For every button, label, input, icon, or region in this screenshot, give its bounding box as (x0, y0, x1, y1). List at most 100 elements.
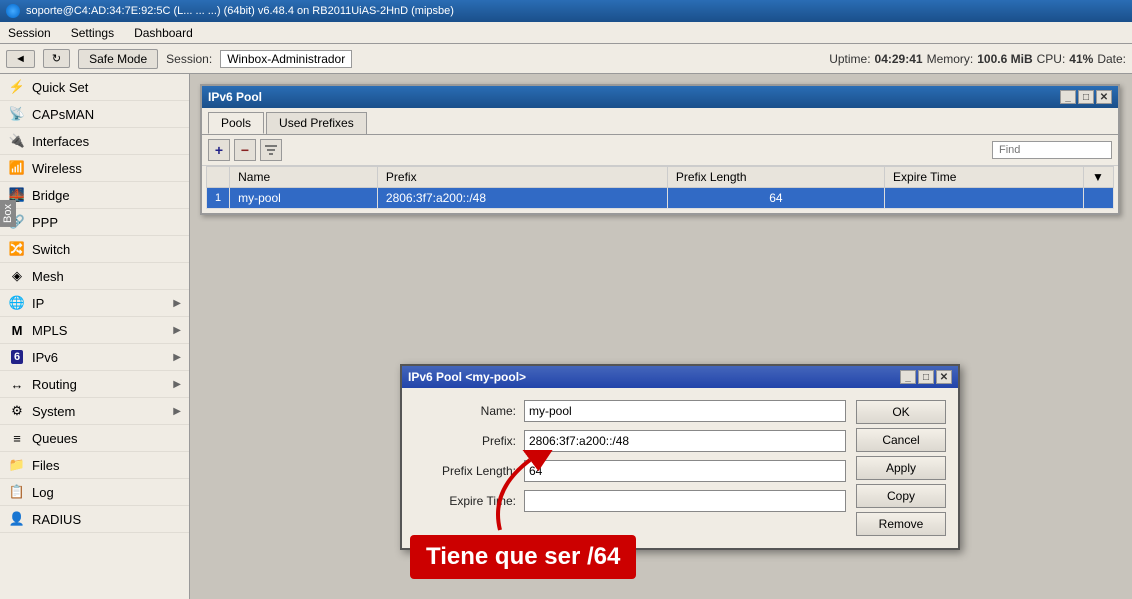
menu-dashboard[interactable]: Dashboard (130, 25, 197, 41)
system-stats: Uptime: 04:29:41 Memory: 100.6 MiB CPU: … (829, 52, 1126, 66)
sidebar-label-queues: Queues (32, 431, 181, 446)
sidebar-item-mpls[interactable]: MPLS ▶ (0, 317, 189, 344)
sidebar-label-switch: Switch (32, 242, 181, 257)
sidebar-label-ppp: PPP (32, 215, 181, 230)
ip-arrow-icon: ▶ (173, 298, 181, 309)
session-label: Session: (166, 52, 212, 66)
col-expire-time[interactable]: Expire Time (885, 167, 1084, 188)
cancel-button[interactable]: Cancel (856, 428, 946, 452)
safe-mode-button[interactable]: Safe Mode (78, 49, 158, 69)
main-layout: Box Quick Set CAPsMAN Interfaces Wireles… (0, 74, 1132, 599)
tab-pools[interactable]: Pools (208, 112, 264, 134)
col-name[interactable]: Name (230, 167, 378, 188)
sidebar-item-ip[interactable]: IP ▶ (0, 290, 189, 317)
sidebar-item-log[interactable]: Log (0, 479, 189, 506)
tab-used-prefixes[interactable]: Used Prefixes (266, 112, 367, 134)
sidebar-label-bridge: Bridge (32, 188, 181, 203)
sidebar-label-log: Log (32, 485, 181, 500)
cell-extra (1084, 188, 1114, 209)
expire-time-input[interactable] (524, 490, 846, 512)
pool-tabs: Pools Used Prefixes (202, 108, 1118, 135)
pool-table: Name Prefix Prefix Length Expire Time ▼ … (206, 166, 1114, 209)
cpu-label: CPU: (1037, 52, 1066, 66)
prefix-length-input[interactable] (524, 460, 846, 482)
remove-button[interactable]: − (234, 139, 256, 161)
filter-button[interactable] (260, 139, 282, 161)
routing-arrow-icon: ▶ (173, 379, 181, 390)
sidebar-label-system: System (32, 404, 167, 419)
sidebar-item-mesh[interactable]: Mesh (0, 263, 189, 290)
pool-window: IPv6 Pool _ □ ✕ Pools Used Prefixes + − (200, 84, 1120, 215)
cell-prefix: 2806:3f7:a200::/48 (377, 188, 667, 209)
sidebar-item-routing[interactable]: Routing ▶ (0, 371, 189, 398)
name-label: Name: (414, 404, 524, 418)
sidebar-item-interfaces[interactable]: Interfaces (0, 128, 189, 155)
mesh-icon (8, 267, 26, 285)
ipv6-icon (8, 348, 26, 366)
sidebar-label-mpls: MPLS (32, 323, 167, 338)
prefix-label: Prefix: (414, 434, 524, 448)
table-row[interactable]: 1 my-pool 2806:3f7:a200::/48 64 (207, 188, 1114, 209)
filter-icon (264, 143, 278, 157)
sidebar-item-files[interactable]: Files (0, 452, 189, 479)
sidebar-item-system[interactable]: System ▶ (0, 398, 189, 425)
annotation-container: Tiene que ser /64 (410, 535, 636, 579)
ok-button[interactable]: OK (856, 400, 946, 424)
arrow-svg (440, 450, 560, 540)
prefix-field-row: Prefix: (414, 430, 846, 452)
dialog-title: IPv6 Pool <my-pool> (408, 370, 526, 384)
col-prefix-length[interactable]: Prefix Length (667, 167, 884, 188)
copy-button[interactable]: Copy (856, 484, 946, 508)
wireless-icon (8, 159, 26, 177)
sidebar-label-ipv6: IPv6 (32, 350, 167, 365)
radius-icon (8, 510, 26, 528)
cpu-value: 41% (1069, 52, 1093, 66)
sidebar-item-switch[interactable]: Switch (0, 236, 189, 263)
sidebar-item-radius[interactable]: RADIUS (0, 506, 189, 533)
col-prefix[interactable]: Prefix (377, 167, 667, 188)
sidebar-item-ppp[interactable]: PPP (0, 209, 189, 236)
prefix-input[interactable] (524, 430, 846, 452)
maximize-button[interactable]: □ (1078, 90, 1094, 104)
dialog-close-button[interactable]: ✕ (936, 370, 952, 384)
annotation-label: Tiene que ser /64 (410, 535, 636, 579)
remove-button[interactable]: Remove (856, 512, 946, 536)
add-button[interactable]: + (208, 139, 230, 161)
sidebar-item-bridge[interactable]: Bridge (0, 182, 189, 209)
app-icon (6, 4, 20, 18)
routing-icon (8, 375, 26, 393)
sidebar-item-quick-set[interactable]: Quick Set (0, 74, 189, 101)
refresh-button[interactable]: ↻ (43, 49, 70, 68)
menu-settings[interactable]: Settings (67, 25, 118, 41)
pool-table-container: Name Prefix Prefix Length Expire Time ▼ … (202, 166, 1118, 213)
files-icon (8, 456, 26, 474)
find-input[interactable] (992, 141, 1112, 159)
cell-expire-time (885, 188, 1084, 209)
minimize-button[interactable]: _ (1060, 90, 1076, 104)
queues-icon (8, 429, 26, 447)
sidebar-item-capsman[interactable]: CAPsMAN (0, 101, 189, 128)
back-button[interactable]: ◄ (6, 50, 35, 68)
session-value: Winbox-Administrador (220, 50, 352, 68)
memory-label: Memory: (927, 52, 974, 66)
menu-session[interactable]: Session (4, 25, 55, 41)
sidebar-item-queues[interactable]: Queues (0, 425, 189, 452)
close-button[interactable]: ✕ (1096, 90, 1112, 104)
sidebar: Quick Set CAPsMAN Interfaces Wireless Br… (0, 74, 190, 599)
dialog-minimize-button[interactable]: _ (900, 370, 916, 384)
apply-button[interactable]: Apply (856, 456, 946, 480)
sidebar-item-ipv6[interactable]: IPv6 ▶ (0, 344, 189, 371)
table-toolbar: + − (202, 135, 1118, 166)
dialog-titlebar: IPv6 Pool <my-pool> _ □ ✕ (402, 366, 958, 388)
cell-name: my-pool (230, 188, 378, 209)
sidebar-item-wireless[interactable]: Wireless (0, 155, 189, 182)
name-input[interactable] (524, 400, 846, 422)
mpls-icon (8, 321, 26, 339)
dialog-maximize-button[interactable]: □ (918, 370, 934, 384)
window-controls: _ □ ✕ (1060, 90, 1112, 104)
sidebar-label-capsman: CAPsMAN (32, 107, 181, 122)
col-dropdown[interactable]: ▼ (1084, 167, 1114, 188)
dialog-controls: _ □ ✕ (900, 370, 952, 384)
capsman-icon (8, 105, 26, 123)
interfaces-icon (8, 132, 26, 150)
